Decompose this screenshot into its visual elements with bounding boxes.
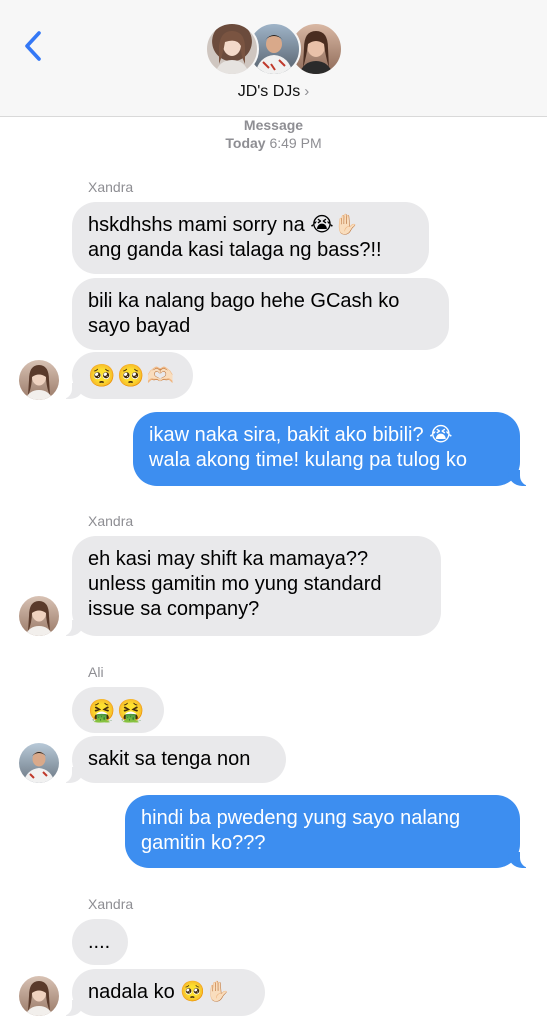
sender-avatar [19, 360, 59, 400]
incoming-message[interactable]: 🤮🤮 [72, 687, 164, 733]
conversation-header: JD's DJs › [0, 0, 547, 117]
incoming-message[interactable]: eh kasi may shift ka mamaya?? unless gam… [62, 536, 441, 636]
person-photo-icon [25, 365, 53, 400]
outgoing-message[interactable]: hindi ba pwedeng yung sayo nalang gamiti… [125, 795, 530, 868]
incoming-message[interactable]: .... [72, 919, 128, 965]
sender-avatar [19, 976, 59, 1016]
group-name: JD's DJs [237, 83, 301, 100]
sender-name: Xandra [88, 896, 134, 912]
person-photo-icon [25, 601, 53, 636]
back-button[interactable] [16, 28, 50, 64]
group-member-avatar [205, 22, 259, 76]
sender-name: Xandra [88, 513, 134, 529]
group-avatars[interactable] [205, 22, 345, 80]
incoming-message[interactable]: 🥺🥺🫶🏻 [62, 352, 193, 399]
incoming-message[interactable]: bili ka nalang bago hehe GCash ko sayo b… [72, 278, 449, 350]
outgoing-message[interactable]: ikaw naka sira, bakit ako bibili? 😭 wala… [133, 412, 530, 486]
person-photo-icon [215, 30, 249, 74]
incoming-message[interactable]: nadala ko 🥺✋🏻 [62, 969, 265, 1016]
person-photo-icon [23, 751, 55, 783]
timestamp: Today 6:49 PM [225, 135, 322, 151]
incoming-message[interactable]: sakit sa tenga non [62, 736, 286, 783]
chevron-right-icon: › [304, 83, 310, 100]
sender-avatar [19, 743, 59, 783]
person-photo-icon [25, 981, 53, 1016]
sender-name: Ali [88, 664, 104, 680]
sender-name: Xandra [88, 179, 134, 195]
sender-avatar [19, 596, 59, 636]
group-title[interactable]: JD's DJs › [0, 83, 547, 101]
incoming-message[interactable]: hskdhshs mami sorry na 😭✋🏻 ang ganda kas… [72, 202, 429, 274]
chevron-left-icon [25, 31, 41, 61]
service-label: Message [243, 117, 304, 133]
